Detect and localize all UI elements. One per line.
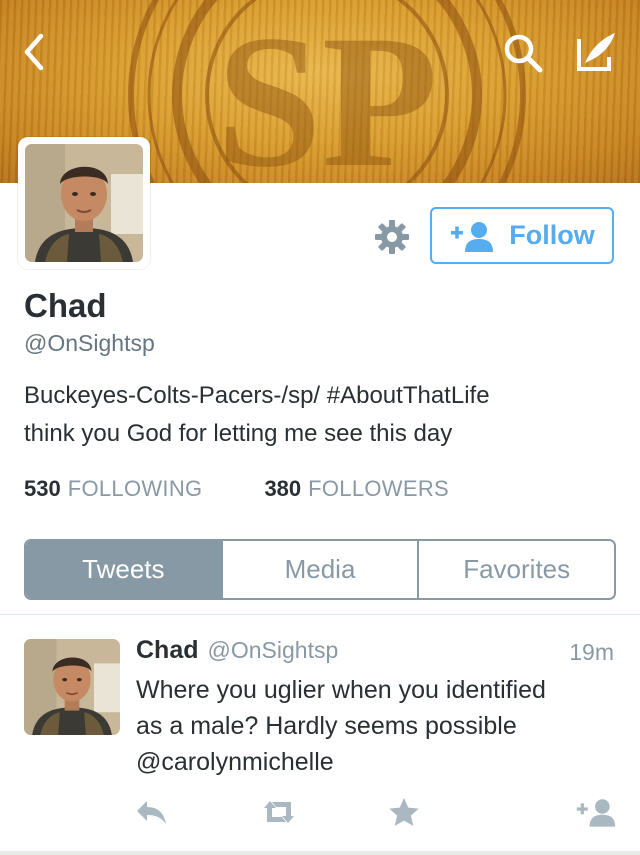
tab-favorites[interactable]: Favorites <box>417 541 614 598</box>
reply-button[interactable] <box>132 795 172 829</box>
chevron-left-icon <box>24 33 44 71</box>
followers-count: 380 <box>264 476 302 501</box>
tweet-mention-link[interactable]: @carolynmichelle <box>136 744 616 780</box>
tweet-text-line: Where you uglier when you identified <box>136 676 546 704</box>
avatar-photo <box>25 144 143 262</box>
favorite-button[interactable] <box>384 795 424 829</box>
followers-label: FOLLOWERS <box>308 476 449 501</box>
bio-line: Buckeyes-Colts-Pacers-/sp/ #AboutThatLif… <box>24 382 490 409</box>
followers-stat[interactable]: 380 FOLLOWERS <box>264 476 449 502</box>
profile-stats: 530 FOLLOWING 380 FOLLOWERS <box>24 476 449 502</box>
compose-button[interactable] <box>572 28 620 76</box>
profile-name: Chad <box>24 287 107 324</box>
follow-author-button[interactable] <box>574 795 618 829</box>
reply-icon <box>137 801 166 824</box>
back-button[interactable] <box>14 30 54 74</box>
gear-icon <box>375 220 409 254</box>
tweet-header: Chad @OnSightsp <box>136 636 338 665</box>
search-button[interactable] <box>500 30 546 76</box>
following-label: FOLLOWING <box>67 476 203 501</box>
svg-text:SP: SP <box>216 0 438 183</box>
settings-button[interactable] <box>373 218 411 256</box>
follow-button[interactable]: Follow <box>430 207 614 264</box>
follow-add-user-icon <box>576 799 616 827</box>
tab-media[interactable]: Media <box>220 541 418 598</box>
profile-avatar-frame <box>18 137 150 269</box>
retweet-button[interactable] <box>259 795 299 829</box>
profile-tabs: Tweets Media Favorites <box>24 539 616 600</box>
tweet-author-handle[interactable]: @OnSightsp <box>208 637 339 664</box>
following-count: 530 <box>24 476 61 501</box>
search-icon <box>504 34 543 73</box>
tab-tweets[interactable]: Tweets <box>26 541 221 598</box>
add-user-icon <box>451 221 494 252</box>
tweet-text-line: as a male? Hardly seems possible <box>136 712 517 740</box>
avatar-photo <box>24 639 120 735</box>
divider <box>0 614 640 615</box>
avatar[interactable] <box>25 144 143 262</box>
favorite-star-icon <box>389 798 419 826</box>
following-stat[interactable]: 530 FOLLOWING <box>24 476 202 502</box>
tweet-text: Where you uglier when you identified as … <box>136 672 616 780</box>
tweet-timestamp: 19m <box>569 639 614 665</box>
tweet-avatar[interactable] <box>24 639 120 735</box>
retweet-icon <box>264 801 294 823</box>
follow-button-label: Follow <box>509 220 595 250</box>
bottom-divider <box>0 851 640 855</box>
profile-bio: Buckeyes-Colts-Pacers-/sp/ #AboutThatLif… <box>24 377 624 453</box>
bio-line: think you God for letting me see this da… <box>24 420 453 447</box>
compose-quill-icon <box>577 33 615 71</box>
profile-handle[interactable]: @OnSightsp <box>24 330 155 357</box>
tweet-author-name[interactable]: Chad <box>136 636 199 665</box>
